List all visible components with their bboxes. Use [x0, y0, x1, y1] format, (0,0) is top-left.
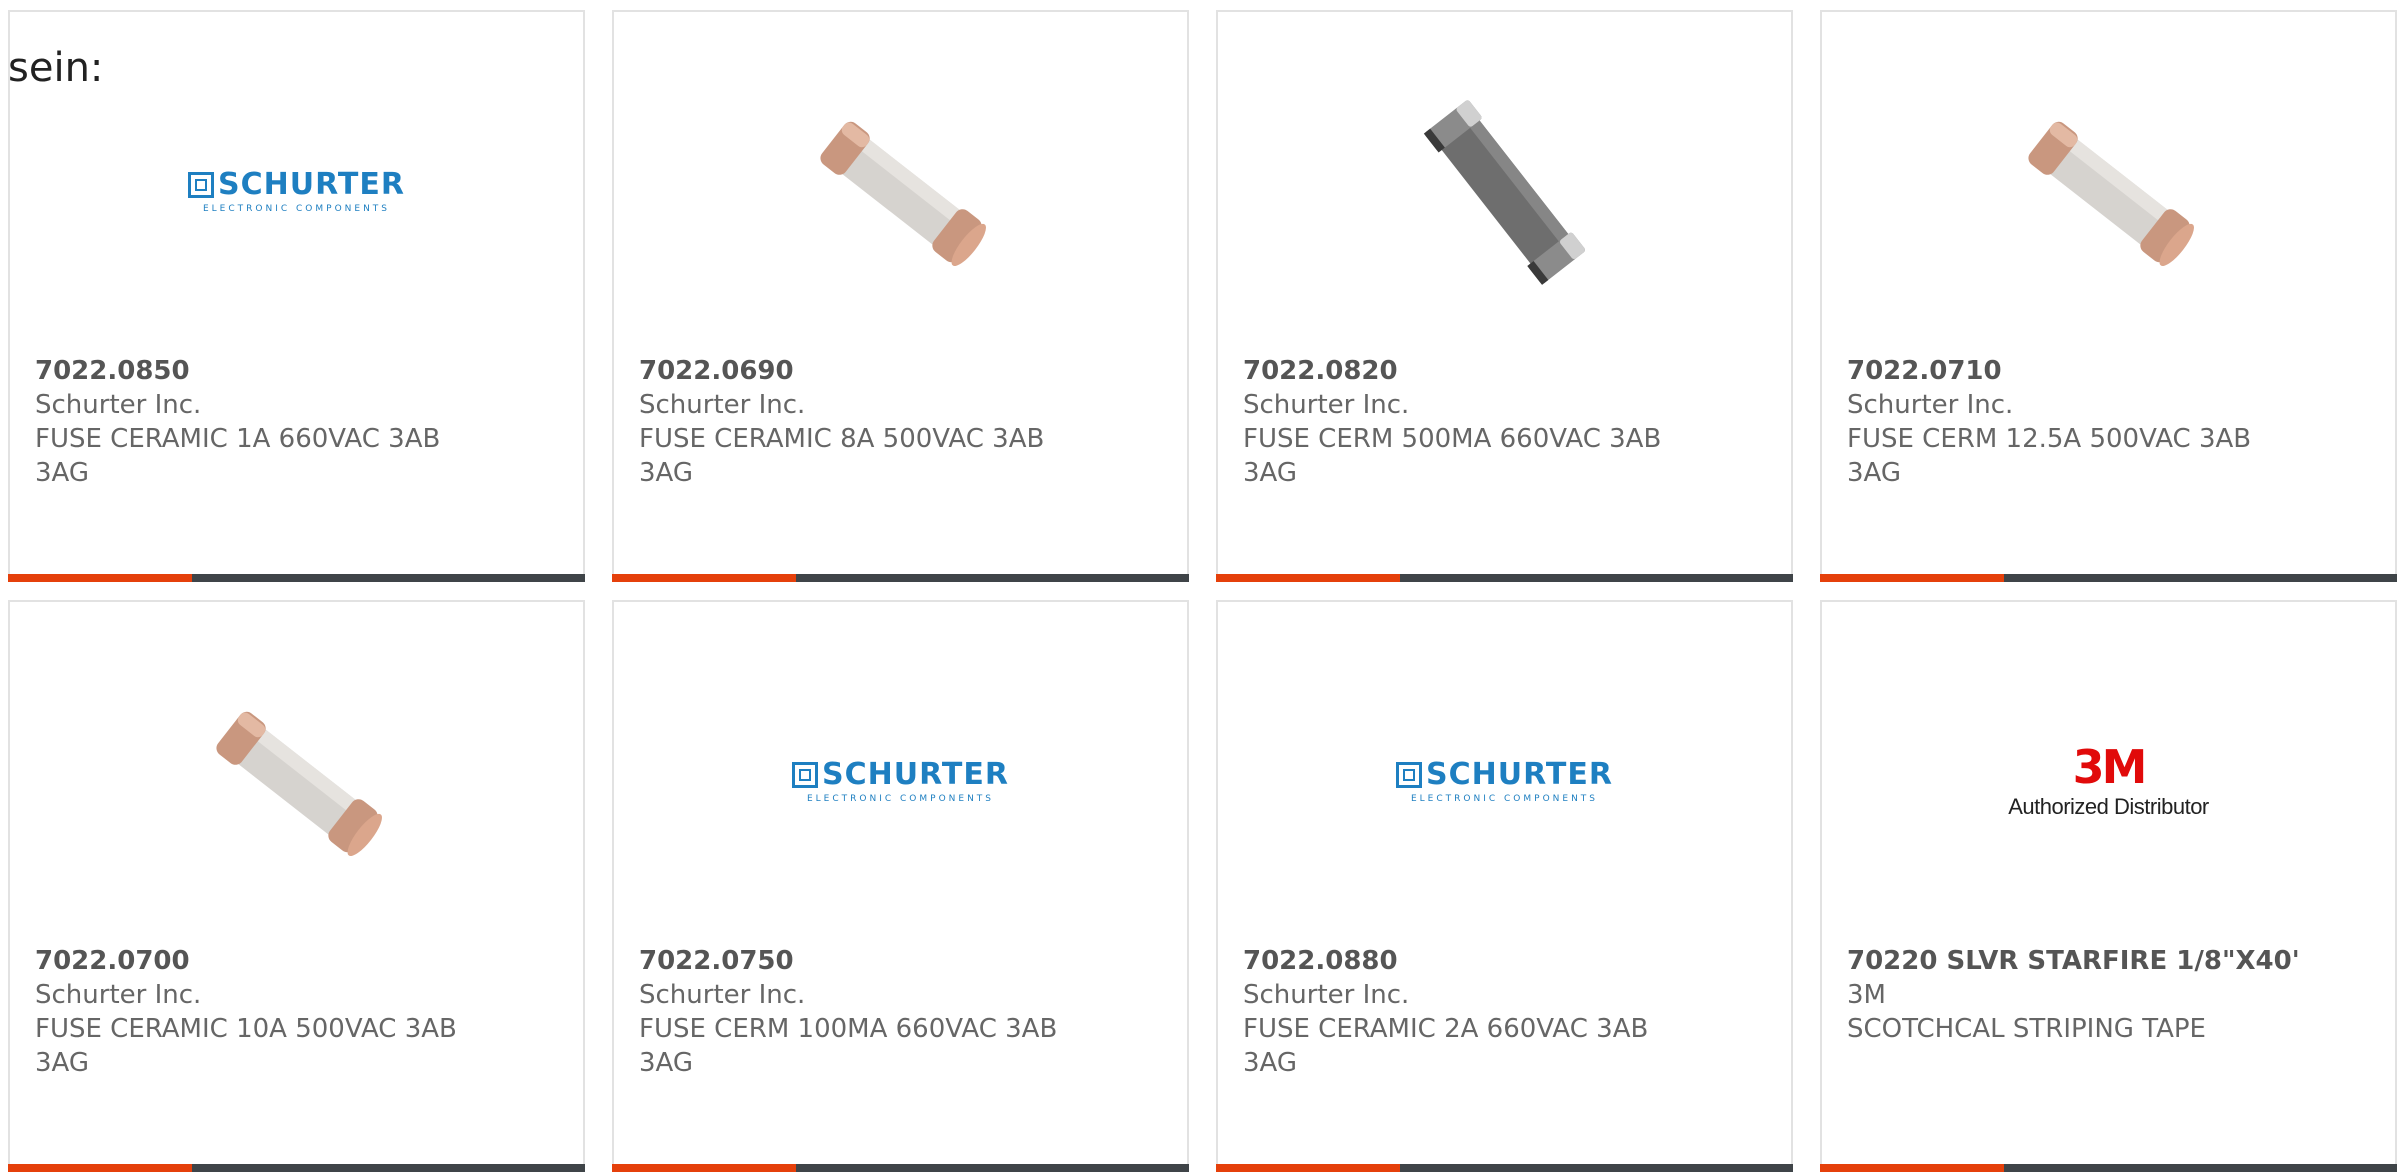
product-info: 7022.0820 Schurter Inc. FUSE CERM 500MA …: [1243, 354, 1771, 490]
description-line-1: SCOTCHCAL STRIPING TAPE: [1847, 1014, 2206, 1044]
manufacturer: Schurter Inc.: [1243, 390, 1410, 420]
manufacturer: Schurter Inc.: [35, 980, 202, 1010]
schurter-logo-tagline: ELECTRONIC COMPONENTS: [806, 794, 995, 804]
card-accent-bar: [612, 1164, 796, 1172]
3m-logo-tagline: Authorized Distributor: [2008, 794, 2209, 819]
card-footer-bar: [612, 574, 1189, 582]
product-card[interactable]: 3M Authorized Distributor 70220 SLVR STA…: [1820, 600, 2397, 1172]
description-line-2: 3AG: [1243, 1048, 1298, 1078]
description-line-2: 3AG: [639, 1048, 694, 1078]
card-accent-bar: [1820, 574, 2004, 582]
card-accent-bar: [612, 574, 796, 582]
part-number-link[interactable]: 7022.0710: [1847, 354, 2375, 388]
card-footer-bar: [612, 1164, 1189, 1172]
product-card[interactable]: 7022.0700 Schurter Inc. FUSE CERAMIC 10A…: [8, 600, 585, 1172]
card-accent-bar: [8, 574, 192, 582]
description-line-2: 3AG: [1243, 458, 1298, 488]
product-card[interactable]: 7022.0710 Schurter Inc. FUSE CERM 12.5A …: [1820, 10, 2397, 582]
description-line-1: FUSE CERAMIC 10A 500VAC 3AB: [35, 1014, 457, 1044]
product-info: 7022.0750 Schurter Inc. FUSE CERM 100MA …: [639, 944, 1167, 1080]
manufacturer: Schurter Inc.: [639, 390, 806, 420]
schurter-logo-tagline: ELECTRONIC COMPONENTS: [1410, 794, 1599, 804]
product-image[interactable]: [10, 662, 583, 902]
product-image[interactable]: [1822, 72, 2395, 312]
product-card[interactable]: 7022.0690 Schurter Inc. FUSE CERAMIC 8A …: [612, 10, 1189, 582]
description-line-2: 3AG: [35, 458, 90, 488]
3m-logo: 3M Authorized Distributor: [2008, 744, 2209, 820]
manufacturer: Schurter Inc.: [1243, 980, 1410, 1010]
card-footer-bar: [1216, 574, 1793, 582]
product-image[interactable]: SCHURTER ELECTRONIC COMPONENTS: [614, 662, 1187, 902]
part-number-link[interactable]: 7022.0850: [35, 354, 563, 388]
card-footer-bar: [1820, 1164, 2397, 1172]
description-line-1: FUSE CERM 500MA 660VAC 3AB: [1243, 424, 1662, 454]
schurter-logo: SCHURTER ELECTRONIC COMPONENTS: [188, 170, 405, 214]
product-info: 7022.0710 Schurter Inc. FUSE CERM 12.5A …: [1847, 354, 2375, 490]
description-line-1: FUSE CERAMIC 1A 660VAC 3AB: [35, 424, 441, 454]
card-footer-bar: [1820, 574, 2397, 582]
manufacturer: Schurter Inc.: [1847, 390, 2014, 420]
card-footer-bar: [1216, 1164, 1793, 1172]
manufacturer: Schurter Inc.: [639, 980, 806, 1010]
description-line-1: FUSE CERM 100MA 660VAC 3AB: [639, 1014, 1058, 1044]
schurter-logo-name: SCHURTER: [1426, 757, 1613, 792]
schurter-mark-icon: [792, 762, 819, 788]
part-number-link[interactable]: 7022.0750: [639, 944, 1167, 978]
schurter-mark-icon: [188, 172, 215, 198]
3m-logo-mark: 3M: [2072, 740, 2148, 794]
product-card[interactable]: SCHURTER ELECTRONIC COMPONENTS 7022.0750…: [612, 600, 1189, 1172]
description-line-1: FUSE CERM 12.5A 500VAC 3AB: [1847, 424, 2252, 454]
schurter-mark-icon: [1396, 762, 1423, 788]
product-card[interactable]: SCHURTER ELECTRONIC COMPONENTS 7022.0880…: [1216, 600, 1793, 1172]
description-line-2: 3AG: [1847, 458, 1902, 488]
product-info: 7022.0880 Schurter Inc. FUSE CERAMIC 2A …: [1243, 944, 1771, 1080]
schurter-logo-tagline: ELECTRONIC COMPONENTS: [202, 204, 391, 214]
product-image[interactable]: SCHURTER ELECTRONIC COMPONENTS: [10, 72, 583, 312]
text-fragment: sein:: [8, 45, 104, 91]
card-accent-bar: [1216, 574, 1400, 582]
description-line-1: FUSE CERAMIC 8A 500VAC 3AB: [639, 424, 1045, 454]
schurter-logo: SCHURTER ELECTRONIC COMPONENTS: [1396, 760, 1613, 804]
product-card[interactable]: SCHURTER ELECTRONIC COMPONENTS 7022.0850…: [8, 10, 585, 582]
part-number-link[interactable]: 7022.0690: [639, 354, 1167, 388]
fuse-gray-icon: [1423, 100, 1585, 285]
product-info: 7022.0700 Schurter Inc. FUSE CERAMIC 10A…: [35, 944, 563, 1080]
fuse-white-icon: [819, 121, 986, 267]
product-card[interactable]: 7022.0820 Schurter Inc. FUSE CERM 500MA …: [1216, 10, 1793, 582]
card-footer-bar: [8, 1164, 585, 1172]
product-image[interactable]: SCHURTER ELECTRONIC COMPONENTS: [1218, 662, 1791, 902]
product-image[interactable]: [1218, 72, 1791, 312]
card-accent-bar: [1216, 1164, 1400, 1172]
product-image[interactable]: 3M Authorized Distributor: [1822, 662, 2395, 902]
product-info: 70220 SLVR STARFIRE 1/8"X40' 3M SCOTCHCA…: [1847, 944, 2375, 1046]
description-line-2: 3AG: [639, 458, 694, 488]
product-image[interactable]: [614, 72, 1187, 312]
part-number-link[interactable]: 7022.0820: [1243, 354, 1771, 388]
schurter-logo-name: SCHURTER: [218, 167, 405, 202]
part-number-link[interactable]: 7022.0700: [35, 944, 563, 978]
manufacturer: Schurter Inc.: [35, 390, 202, 420]
part-number-link[interactable]: 7022.0880: [1243, 944, 1771, 978]
card-footer-bar: [8, 574, 585, 582]
description-line-1: FUSE CERAMIC 2A 660VAC 3AB: [1243, 1014, 1649, 1044]
part-number-link[interactable]: 70220 SLVR STARFIRE 1/8"X40': [1847, 944, 2375, 978]
card-accent-bar: [8, 1164, 192, 1172]
product-info: 7022.0850 Schurter Inc. FUSE CERAMIC 1A …: [35, 354, 563, 490]
product-info: 7022.0690 Schurter Inc. FUSE CERAMIC 8A …: [639, 354, 1167, 490]
fuse-white-icon: [2027, 121, 2194, 267]
schurter-logo: SCHURTER ELECTRONIC COMPONENTS: [792, 760, 1009, 804]
card-accent-bar: [1820, 1164, 2004, 1172]
description-line-2: 3AG: [35, 1048, 90, 1078]
manufacturer: 3M: [1847, 980, 1886, 1010]
schurter-logo-name: SCHURTER: [822, 757, 1009, 792]
fuse-white-icon: [215, 711, 382, 857]
